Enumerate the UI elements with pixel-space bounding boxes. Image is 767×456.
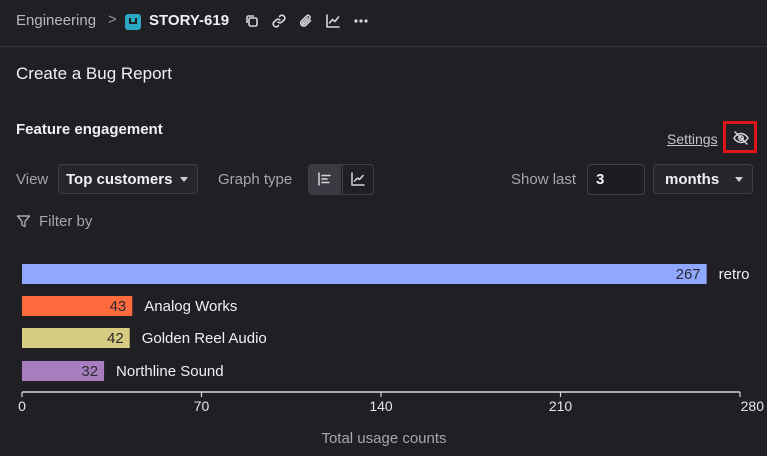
story-id[interactable]: STORY-619 xyxy=(149,12,229,29)
chart-bar-value: 32 xyxy=(81,363,98,380)
chart-x-tick-label: 140 xyxy=(369,398,393,414)
filter-label: Filter by xyxy=(39,213,93,230)
eye-off-icon xyxy=(732,129,750,152)
usage-bar-chart: 267 retro 43 Analog Works 42 Golden Reel Audi… xyxy=(18,264,765,447)
story-icon xyxy=(125,14,141,30)
settings-link[interactable]: Settings xyxy=(667,131,718,147)
chart-bar xyxy=(22,264,707,284)
more-icon[interactable] xyxy=(352,12,370,30)
period-select-value: months xyxy=(665,171,720,188)
view-select-value: Top customers xyxy=(66,171,173,188)
top-bar: Engineering > STORY-619 xyxy=(0,0,767,47)
chevron-down-icon xyxy=(180,177,188,182)
graph-type-label: Graph type xyxy=(218,171,293,188)
bar-chart-icon xyxy=(317,171,333,192)
view-select[interactable]: Top customers xyxy=(58,164,198,194)
chart-bar-value: 43 xyxy=(110,298,127,315)
filter-icon xyxy=(16,214,31,233)
chart-bar-label: Analog Works xyxy=(144,298,237,315)
show-last-label: Show last xyxy=(511,171,577,188)
hide-chart-button[interactable] xyxy=(723,121,757,153)
line-chart-button[interactable] xyxy=(342,165,374,194)
chart-x-tick-label: 0 xyxy=(18,398,26,414)
breadcrumb-separator: > xyxy=(108,11,117,28)
graph-type-toggle xyxy=(308,164,374,195)
link-icon[interactable] xyxy=(270,12,288,30)
chart-x-axis-label: Total usage counts xyxy=(321,430,446,447)
chart-x-tick-label: 210 xyxy=(549,398,573,414)
show-last-value: 3 xyxy=(596,171,605,188)
attachment-icon[interactable] xyxy=(297,12,315,30)
bar-chart-button[interactable] xyxy=(309,165,341,194)
chart-x-tick-label: 280 xyxy=(741,398,765,414)
show-last-input[interactable]: 3 xyxy=(587,164,645,195)
copy-icon[interactable] xyxy=(243,12,261,30)
view-label: View xyxy=(16,171,49,188)
chevron-down-icon xyxy=(735,177,743,182)
line-chart-icon xyxy=(350,171,366,192)
chart-bar-label: Northline Sound xyxy=(116,363,224,380)
section-title: Feature engagement xyxy=(16,121,163,138)
period-select[interactable]: months xyxy=(653,164,753,194)
breadcrumb-project[interactable]: Engineering xyxy=(16,12,96,29)
chart-bar-value: 42 xyxy=(107,330,124,347)
chart-x-tick-label: 70 xyxy=(194,398,210,414)
chart-bar-value: 267 xyxy=(676,266,701,283)
chart-bar-label: Golden Reel Audio xyxy=(142,330,267,347)
chart-icon[interactable] xyxy=(324,12,342,30)
chart-bar-label: retro xyxy=(719,266,750,283)
page-title: Create a Bug Report xyxy=(16,64,172,83)
